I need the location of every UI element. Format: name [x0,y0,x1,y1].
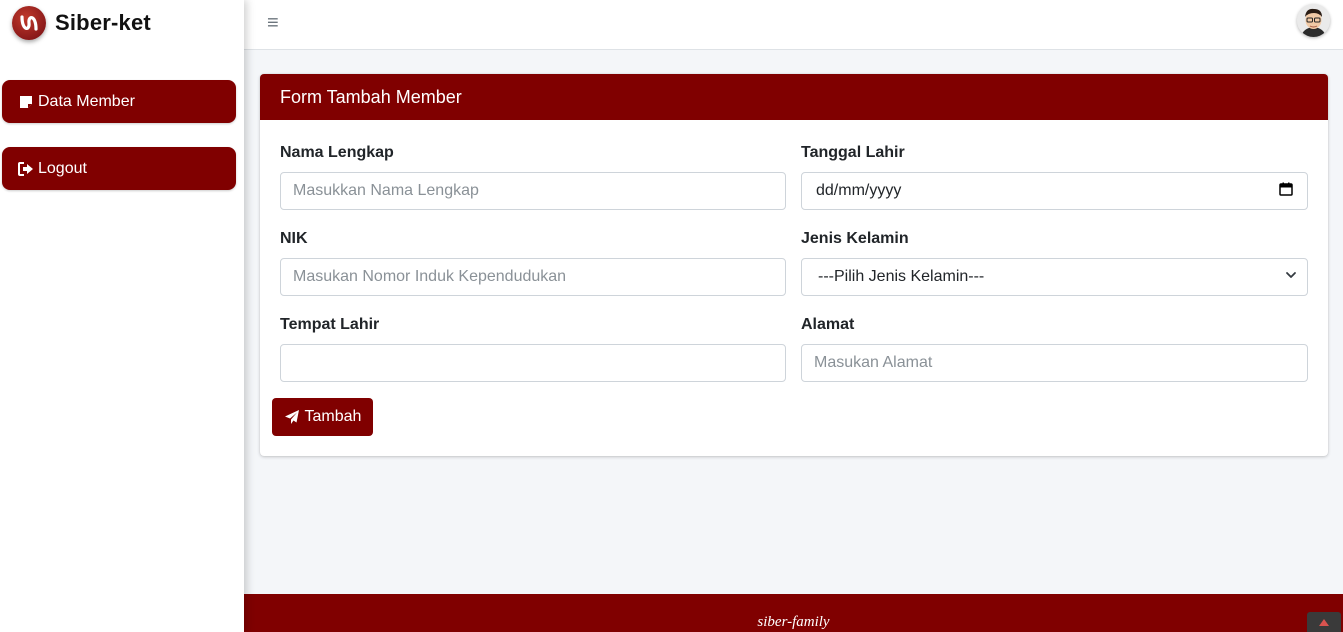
label-tanggal-lahir: Tanggal Lahir [801,144,905,161]
sidebar-item-logout[interactable]: Logout [2,147,236,190]
nama-lengkap-input[interactable] [280,172,786,210]
brand-logo-icon [12,6,46,40]
footer: siber-family [244,594,1343,632]
tambah-button-label: Tambah [304,408,362,425]
paper-plane-icon [284,409,300,425]
label-nama-lengkap: Nama Lengkap [280,144,394,161]
sidebar-item-label: Data Member [38,92,135,110]
card-title: Form Tambah Member [260,74,1328,120]
brand[interactable]: Siber-ket [12,3,151,43]
footer-text: siber-family [757,614,830,630]
sign-out-icon [18,161,34,177]
tanggal-lahir-input[interactable]: dd/mm/yyyy [801,172,1308,210]
select-value: ---Pilih Jenis Kelamin--- [818,268,985,285]
calendar-icon[interactable] [1279,182,1293,201]
chevron-down-icon [1285,268,1297,286]
hamburger-icon[interactable]: ≡ [267,13,279,33]
tempat-lahir-input[interactable] [280,344,786,382]
label-tempat-lahir: Tempat Lahir [280,316,380,333]
user-avatar[interactable] [1297,4,1330,37]
form-card: Form Tambah Member Nama Lengkap NIK Temp… [260,74,1328,456]
brand-title: Siber-ket [55,10,151,35]
scroll-top-button[interactable] [1307,612,1341,632]
nik-input[interactable] [280,258,786,296]
sidebar-item-data-member[interactable]: Data Member [2,80,236,123]
sidebar-item-label: Logout [38,159,87,177]
note-icon [18,94,34,110]
tambah-button[interactable]: Tambah [272,398,373,436]
topbar: ≡ [244,0,1343,50]
sidebar: Siber-ket Data Member Logout [0,0,244,632]
label-jenis-kelamin: Jenis Kelamin [801,230,909,247]
label-alamat: Alamat [801,316,855,333]
alamat-input[interactable] [801,344,1308,382]
jenis-kelamin-select[interactable]: ---Pilih Jenis Kelamin--- [801,258,1308,296]
date-placeholder: dd/mm/yyyy [816,182,902,199]
label-nik: NIK [280,230,308,247]
